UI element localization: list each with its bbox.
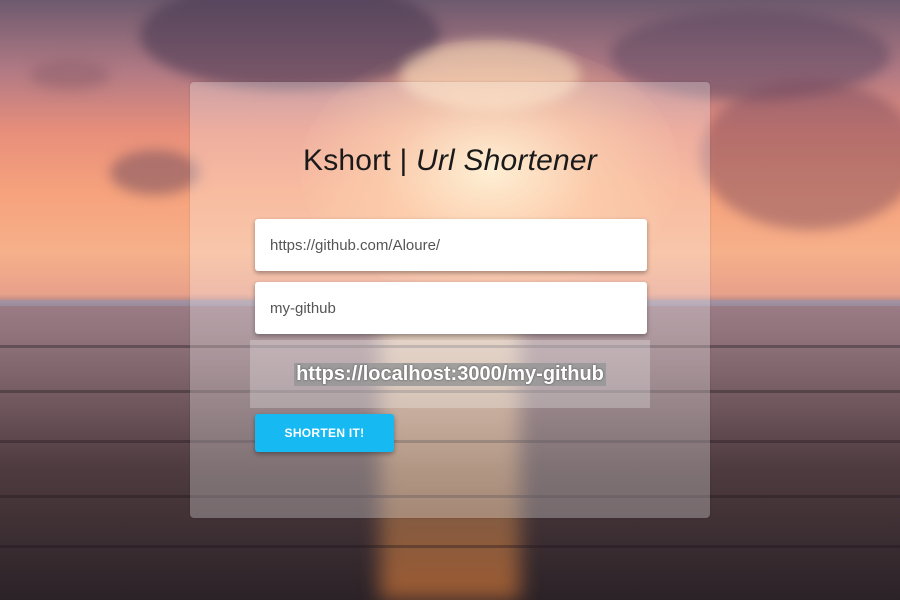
background-scene: Kshort | Url Shortener https://localhost… — [0, 0, 900, 600]
short-url-link[interactable]: https://localhost:3000/my-github — [294, 362, 606, 386]
slug-input[interactable] — [255, 282, 647, 334]
result-box: https://localhost:3000/my-github — [250, 340, 650, 408]
title-sub: Url Shortener — [415, 144, 597, 177]
title-main: Kshort — [303, 144, 391, 177]
title-separator: | — [390, 144, 416, 177]
cloud — [700, 80, 900, 230]
page-title: Kshort | Url Shortener — [190, 144, 710, 178]
url-input[interactable] — [255, 219, 647, 271]
cloud — [30, 60, 110, 90]
shorten-button[interactable]: SHORTEN IT! — [255, 414, 394, 452]
shortener-card: Kshort | Url Shortener https://localhost… — [190, 82, 710, 518]
cloud — [110, 150, 200, 195]
wave — [0, 545, 900, 548]
